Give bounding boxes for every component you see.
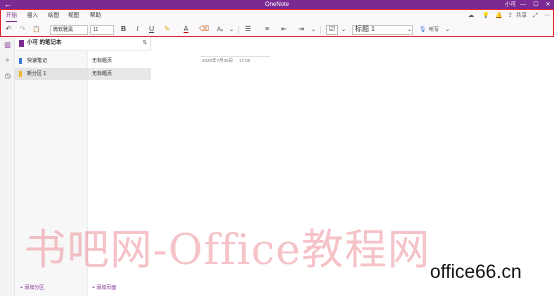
format-icon[interactable]: Aᵥ <box>214 23 226 37</box>
close-button[interactable]: ✕ <box>543 0 553 10</box>
menu-bar: 开始 插入 绘图 视图 帮助 ☁ 💡 🔔 ⇪ 共享 ⤢ ⋯ <box>0 10 554 23</box>
divider <box>320 26 321 34</box>
section-color <box>19 71 22 77</box>
chevron-down-icon[interactable]: ⌄ <box>444 23 451 37</box>
section-label: 快速笔记 <box>27 58 48 64</box>
share-icon[interactable]: ⇪ <box>508 12 513 20</box>
user-name[interactable]: 小可 <box>505 0 516 10</box>
window-title: OneNote <box>264 2 289 8</box>
divider <box>238 26 239 34</box>
indent-icon[interactable]: ⇥ <box>296 23 306 37</box>
dictate-button[interactable]: 听写 <box>428 23 440 37</box>
bell-icon[interactable]: 🔔 <box>495 12 502 20</box>
style-select[interactable]: 标题 1 <box>352 25 413 35</box>
tab-draw[interactable]: 绘图 <box>48 12 59 20</box>
underline-button[interactable]: U <box>147 23 156 37</box>
nav-rail: ▥ ⌕ ◷ <box>0 37 15 296</box>
page-date: 2020年7月30日 <box>202 58 234 63</box>
recent-icon[interactable]: ◷ <box>0 72 15 80</box>
tab-insert[interactable]: 插入 <box>27 12 38 20</box>
maximize-button[interactable]: ☐ <box>531 0 541 10</box>
chevron-down-icon[interactable]: ⌄ <box>228 23 235 37</box>
lightbulb-icon[interactable]: 💡 <box>482 12 489 20</box>
notebook-name[interactable]: 小可 的笔记本 <box>27 40 62 47</box>
watermark-text: 书吧网-Office教程网 <box>24 225 431 274</box>
page-item[interactable]: 无标题页 <box>88 68 151 80</box>
page-time: 17:00 <box>239 58 251 63</box>
notebook-header[interactable]: 小可 的笔记本 ⇅ <box>15 37 151 51</box>
page-label: 无标题页 <box>92 71 113 77</box>
page-title-line[interactable] <box>200 56 270 57</box>
notebooks-icon[interactable]: ▥ <box>0 41 15 49</box>
notification-icon[interactable]: ☁ <box>468 12 474 20</box>
section-color <box>19 58 22 64</box>
redo-icon[interactable]: ↷ <box>18 23 27 37</box>
title-bar: ← OneNote 小可 — ☐ ✕ <box>0 0 554 10</box>
chevron-down-icon[interactable]: ⌄ <box>310 23 317 37</box>
font-size-input[interactable]: 11 <box>90 25 114 35</box>
tab-help[interactable]: 帮助 <box>90 12 101 20</box>
font-color-icon[interactable]: A <box>181 23 191 37</box>
bullets-icon[interactable]: ☰ <box>243 23 253 37</box>
microphone-icon[interactable]: 🎙 <box>418 23 427 37</box>
outdent-icon[interactable]: ⇤ <box>279 23 289 37</box>
expand-icon[interactable]: ⤢ <box>533 12 538 20</box>
share-button[interactable]: 共享 <box>516 12 527 20</box>
chevron-down-icon[interactable]: ⌄ <box>340 23 347 37</box>
more-button[interactable]: ⋯ <box>544 12 550 20</box>
add-page-button[interactable]: + 添加页面 <box>92 284 116 292</box>
section-item-new-section[interactable]: 新分区 1 <box>15 68 88 80</box>
chevron-down-icon[interactable]: ⌄ <box>406 23 413 37</box>
clipboard-icon[interactable]: 📋 <box>32 23 41 37</box>
font-name-input[interactable]: 微软雅黑 <box>50 25 88 35</box>
page-label: 无标题页 <box>92 58 113 64</box>
italic-button[interactable]: I <box>133 23 142 37</box>
ribbon-toolbar: ↶ ↷ 📋 微软雅黑 11 B I U ✎ A ⌫ Aᵥ ⌄ ☰ ≡ ⇤ ⇥ ⌄… <box>0 23 554 37</box>
undo-icon[interactable]: ↶ <box>4 23 13 37</box>
add-section-button[interactable]: + 添加分区 <box>20 284 44 292</box>
eraser-icon[interactable]: ⌫ <box>199 23 209 37</box>
notebook-icon <box>19 40 24 47</box>
section-item-quick-notes[interactable]: 快速笔记 <box>15 55 88 67</box>
sort-icon[interactable]: ⇅ <box>142 40 147 47</box>
tab-view[interactable]: 视图 <box>68 12 79 20</box>
page-item[interactable]: 无标题页 <box>88 55 151 67</box>
section-label: 新分区 1 <box>27 71 47 77</box>
checkbox-icon[interactable]: ☑ <box>326 25 338 35</box>
numbering-icon[interactable]: ≡ <box>262 23 272 37</box>
tab-home[interactable]: 开始 <box>6 12 18 22</box>
minimize-button[interactable]: — <box>518 0 528 10</box>
watermark-site: office66.cn <box>430 262 522 283</box>
highlight-icon[interactable]: ✎ <box>162 23 172 37</box>
search-icon[interactable]: ⌕ <box>0 57 15 65</box>
bold-button[interactable]: B <box>119 23 128 37</box>
